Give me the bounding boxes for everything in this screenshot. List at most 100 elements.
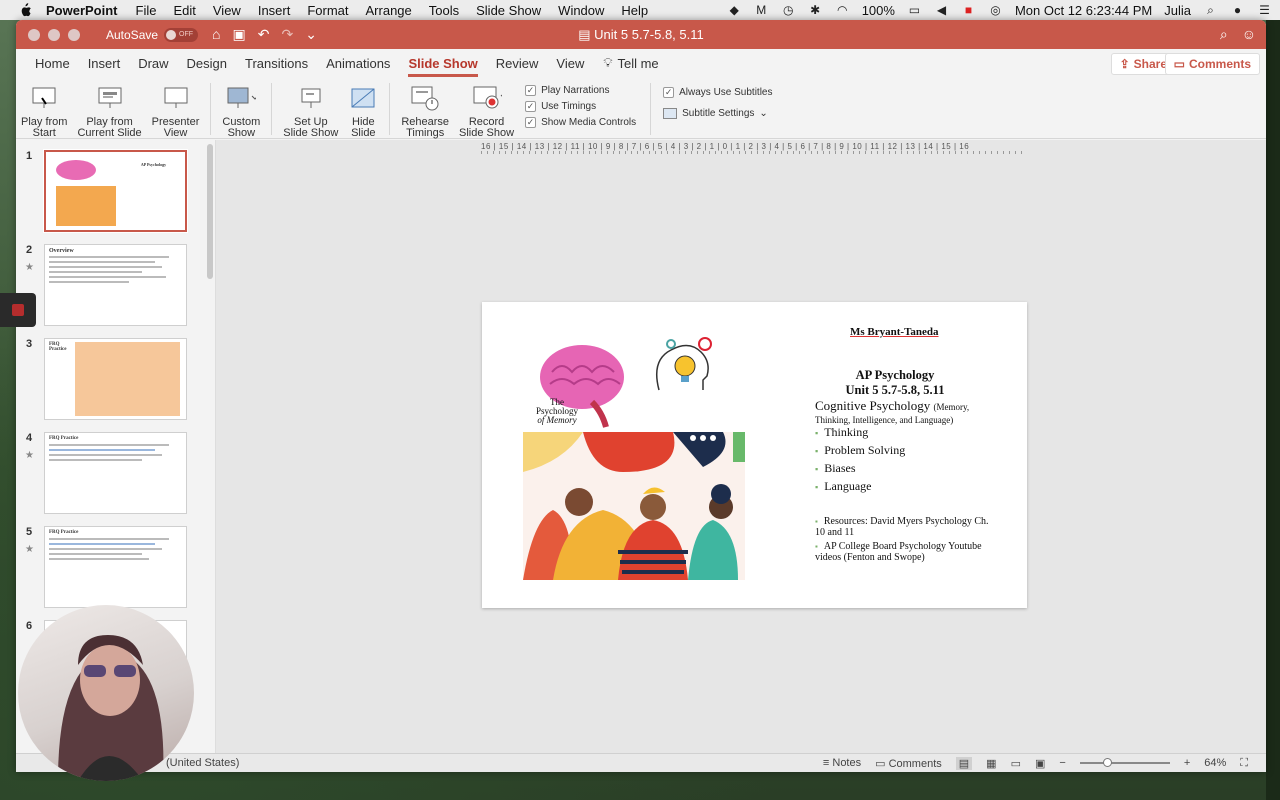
siri-icon[interactable]: ●	[1230, 3, 1245, 17]
zoom-slider-knob[interactable]	[1102, 758, 1112, 767]
customize-toolbar-icon[interactable]: ⌄	[305, 26, 317, 43]
hide-slide-button[interactable]: Hide Slide	[348, 83, 378, 139]
menu-file[interactable]: File	[136, 3, 157, 18]
reading-view-icon[interactable]: ▭	[1011, 757, 1021, 770]
tab-insert[interactable]: Insert	[79, 56, 130, 77]
menu-insert[interactable]: Insert	[258, 3, 291, 18]
subtitle-settings-dropdown[interactable]: Subtitle Settings ⌄	[663, 108, 772, 119]
redo-icon[interactable]: ↷	[281, 26, 293, 43]
set-up-slide-show-button[interactable]: Set Up Slide Show	[283, 83, 338, 139]
minimize-window-button[interactable]	[48, 28, 60, 41]
custom-show-button[interactable]: Custom Show	[222, 83, 260, 139]
tab-view[interactable]: View	[547, 56, 593, 77]
home-icon[interactable]: ⌂	[212, 26, 220, 43]
slide-sorter-icon[interactable]: ▦	[986, 757, 996, 770]
slide-editor[interactable]: 16 | 15 | 14 | 13 | 12 | 11 | 10 | 9 | 8…	[216, 140, 1266, 753]
set-up-icon	[296, 83, 326, 113]
slide-show-icon[interactable]: ▣	[1035, 757, 1045, 770]
tell-me-search[interactable]: 💡︎ Tell me	[593, 55, 668, 77]
normal-view-icon[interactable]: ▤	[955, 756, 973, 770]
clock[interactable]: Mon Oct 12 6:23:44 PM	[1015, 3, 1152, 18]
user-name[interactable]: Julia	[1164, 3, 1191, 18]
menu-edit[interactable]: Edit	[173, 3, 195, 18]
playback-options: ✓ Play Narrations ✓ Use Timings ✓ Show Medi…	[525, 83, 636, 128]
zoom-slider[interactable]	[1079, 758, 1170, 767]
menu-help[interactable]: Help	[621, 3, 648, 18]
thumbnail-scrollbar[interactable]	[207, 144, 213, 279]
play-narrations-checkbox[interactable]: ✓ Play Narrations	[525, 85, 636, 96]
presenter-view-button[interactable]: Presenter View	[152, 83, 199, 139]
autosave-control[interactable]: AutoSave OFF	[106, 27, 199, 42]
autosave-toggle[interactable]: OFF	[164, 27, 199, 42]
presenter-view-icon	[161, 83, 191, 113]
notification-center-icon[interactable]: ☰	[1257, 3, 1272, 17]
play-from-start-button[interactable]: Play from Start	[21, 83, 67, 139]
comments-label: Comments	[888, 757, 942, 770]
status-comments-button[interactable]: ▭ Comments	[875, 757, 942, 770]
wifi-icon[interactable]: ◠	[835, 3, 850, 17]
smiley-feedback-icon[interactable]: ☺	[1242, 26, 1256, 43]
rehearse-timings-button[interactable]: Rehearse Timings	[401, 83, 449, 139]
subtitle-icon	[663, 108, 678, 119]
zoom-out-icon[interactable]: −	[1059, 757, 1065, 769]
sync-icon[interactable]: ◎	[988, 3, 1003, 17]
use-timings-checkbox[interactable]: ✓ Use Timings	[525, 101, 636, 112]
zoom-window-button[interactable]	[68, 28, 80, 41]
slide-course-title: AP Psychology Unit 5 5.7-5.8, 5.11	[815, 368, 975, 398]
close-window-button[interactable]	[28, 28, 40, 41]
custom-show-icon	[226, 83, 257, 113]
slide-thumbnail-1[interactable]: AP Psychology	[43, 149, 188, 233]
menu-tools[interactable]: Tools	[429, 3, 459, 18]
tab-home[interactable]: Home	[26, 56, 79, 77]
current-slide[interactable]: The Psychology of Memory Ms Bryant-Taned…	[482, 302, 1027, 608]
screen-recording-stop-button[interactable]	[0, 293, 36, 327]
comments-button[interactable]: ▭ Comments	[1164, 53, 1260, 75]
show-media-controls-checkbox[interactable]: ✓ Show Media Controls	[525, 117, 636, 128]
label-line2: View	[163, 127, 188, 139]
app-menu-powerpoint[interactable]: PowerPoint	[46, 3, 118, 18]
battery-icon[interactable]: ▭	[907, 3, 922, 17]
hide-slide-icon	[348, 83, 378, 113]
dropbox-icon[interactable]: ◆	[727, 3, 742, 17]
menu-format[interactable]: Format	[307, 3, 348, 18]
record-icon	[472, 83, 502, 113]
play-from-current-slide-button[interactable]: Play from Current Slide	[77, 83, 142, 139]
save-icon[interactable]: ▣	[233, 26, 246, 43]
zoom-level[interactable]: 64%	[1204, 757, 1226, 769]
zoom-in-icon[interactable]: +	[1184, 757, 1190, 769]
apple-icon[interactable]	[18, 3, 32, 17]
tab-design[interactable]: Design	[178, 56, 236, 77]
menu-arrange[interactable]: Arrange	[366, 3, 412, 18]
tab-slide-show[interactable]: Slide Show	[399, 56, 486, 77]
separator	[389, 83, 391, 135]
tab-animations[interactable]: Animations	[317, 56, 399, 77]
language-indicator[interactable]: (United States)	[166, 757, 239, 769]
tab-transitions[interactable]: Transitions	[236, 56, 317, 77]
malwarebytes-icon[interactable]: M	[754, 3, 769, 17]
undo-icon[interactable]: ↶	[258, 26, 270, 43]
time-machine-icon[interactable]: ◷	[781, 3, 796, 17]
slide-thumbnail-5[interactable]: FRQ Practice	[44, 526, 187, 608]
fit-to-window-icon[interactable]: ⛶	[1240, 757, 1248, 770]
checkbox-label: Use Timings	[541, 101, 597, 112]
menu-view[interactable]: View	[213, 3, 241, 18]
volume-icon[interactable]: ◀	[934, 3, 949, 17]
checkbox-label: Always Use Subtitles	[679, 87, 773, 98]
search-icon[interactable]: ⌕	[1220, 26, 1228, 43]
spotlight-icon[interactable]: ⌕	[1203, 3, 1218, 17]
record-slide-show-button[interactable]: Record Slide Show	[459, 83, 514, 139]
slide-thumbnail-3[interactable]: FRQ Practice	[44, 338, 187, 420]
keyboard-flag-icon[interactable]: ■	[961, 3, 976, 17]
bullet-item: Problem Solving	[815, 442, 905, 460]
menu-slide-show[interactable]: Slide Show	[476, 3, 541, 18]
slide-thumbnail-2[interactable]: Overview	[44, 244, 187, 326]
slide-thumbnail-4[interactable]: FRQ Practice	[44, 432, 187, 514]
notes-button[interactable]: ≡ Notes	[823, 757, 861, 769]
bluetooth-icon[interactable]: ✱	[808, 3, 823, 17]
always-use-subtitles-checkbox[interactable]: ✓ Always Use Subtitles	[663, 87, 773, 98]
menu-window[interactable]: Window	[558, 3, 604, 18]
resource-item: Resources: David Myers Psychology Ch. 10…	[815, 516, 995, 538]
checkmark-icon: ✓	[663, 87, 675, 98]
tab-draw[interactable]: Draw	[129, 56, 177, 77]
tab-review[interactable]: Review	[487, 56, 548, 77]
